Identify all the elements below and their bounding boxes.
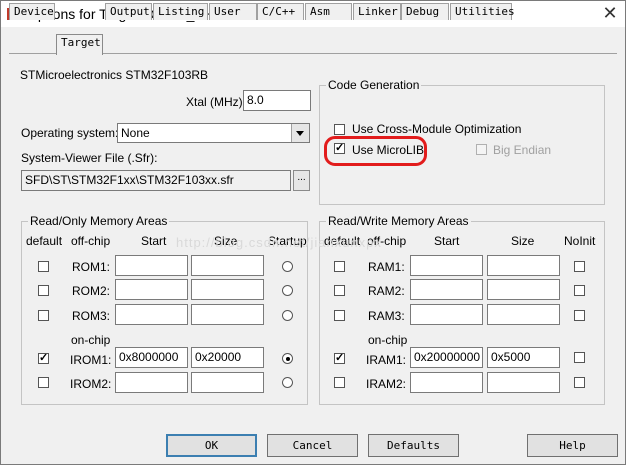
tab-user[interactable]: User	[209, 3, 257, 20]
rom1-label: ROM1:	[72, 260, 111, 274]
irom1-start-input[interactable]: 0x8000000	[115, 347, 188, 368]
ram-onchip-label: on-chip	[368, 333, 408, 347]
help-button[interactable]: Help	[527, 434, 618, 457]
irom2-start-input[interactable]	[115, 372, 188, 393]
iram1-noinit-checkbox[interactable]	[574, 352, 585, 363]
irom2-startup-radio[interactable]	[282, 377, 293, 388]
rom2-size-input[interactable]	[191, 279, 264, 300]
rom1-start-input[interactable]	[115, 255, 188, 276]
ram3-size-input[interactable]	[487, 304, 560, 325]
rom2-startup-radio[interactable]	[282, 285, 293, 296]
close-icon[interactable]: ✕	[599, 3, 621, 23]
ram-header-noinit: NoInit	[564, 234, 596, 248]
ram3-label: RAM3:	[368, 309, 405, 323]
chevron-down-icon[interactable]	[291, 124, 309, 142]
ok-button[interactable]: OK	[166, 434, 257, 457]
rom2-start-input[interactable]	[115, 279, 188, 300]
irom2-size-input[interactable]	[191, 372, 264, 393]
os-select-value: None	[121, 126, 150, 140]
rom-header-offchip: off-chip	[71, 234, 111, 248]
tab-debug[interactable]: Debug	[401, 3, 449, 20]
tab-target[interactable]: Target	[56, 34, 103, 55]
sysview-input[interactable]: SFD\ST\STM32F1xx\STM32F103xx.sfr	[21, 170, 291, 191]
rom3-label: ROM3:	[72, 309, 111, 323]
ram1-size-input[interactable]	[487, 255, 560, 276]
irom1-label: IROM1:	[70, 353, 112, 367]
watermark: http://blog.csdn.net/jianxunxpx	[176, 235, 382, 250]
code-generation-title: Code Generation	[326, 78, 422, 92]
iram1-start-input[interactable]: 0x20000000	[410, 347, 483, 368]
iram2-start-input[interactable]	[410, 372, 483, 393]
ram1-label: RAM1:	[368, 260, 405, 274]
tab-output[interactable]: Output	[105, 3, 152, 20]
rom1-startup-radio[interactable]	[282, 261, 293, 272]
sysview-label: System-Viewer File (.Sfr):	[21, 151, 158, 165]
ram2-size-input[interactable]	[487, 279, 560, 300]
rom3-startup-radio[interactable]	[282, 310, 293, 321]
iram2-size-input[interactable]	[487, 372, 560, 393]
ram2-default-checkbox[interactable]	[334, 285, 345, 296]
rom1-size-input[interactable]	[191, 255, 264, 276]
defaults-button[interactable]: Defaults	[368, 434, 459, 457]
irom1-startup-radio[interactable]	[282, 353, 293, 364]
rom3-size-input[interactable]	[191, 304, 264, 325]
cross-module-label: Use Cross-Module Optimization	[352, 122, 522, 136]
ram2-label: RAM2:	[368, 284, 405, 298]
tab-device[interactable]: Device	[9, 3, 55, 20]
os-label: Operating system:	[21, 126, 119, 140]
rom2-label: ROM2:	[72, 284, 111, 298]
rom3-default-checkbox[interactable]	[38, 310, 49, 321]
ram3-start-input[interactable]	[410, 304, 483, 325]
cross-module-checkbox[interactable]	[334, 124, 345, 135]
irom1-size-input[interactable]: 0x20000	[191, 347, 264, 368]
ram-header-start: Start	[434, 234, 460, 248]
xtal-label: Xtal (MHz):	[186, 95, 246, 109]
ram-group-title: Read/Write Memory Areas	[326, 214, 471, 228]
rom3-start-input[interactable]	[115, 304, 188, 325]
big-endian-checkbox[interactable]	[476, 144, 487, 155]
tab-utilities[interactable]: Utilities	[450, 3, 515, 20]
iram1-size-input[interactable]: 0x5000	[487, 347, 560, 368]
tab-linker[interactable]: Linker	[353, 3, 401, 20]
iram2-label: IRAM2:	[366, 377, 407, 391]
tab-listing[interactable]: Listing	[153, 3, 208, 20]
big-endian-label: Big Endian	[493, 143, 552, 157]
tab-c-cpp[interactable]: C/C++	[257, 3, 304, 20]
rom-header-start: Start	[141, 234, 167, 248]
ram3-default-checkbox[interactable]	[334, 310, 345, 321]
irom2-default-checkbox[interactable]	[38, 377, 49, 388]
ram1-noinit-checkbox[interactable]	[574, 261, 585, 272]
browse-button[interactable]: ...	[293, 170, 310, 191]
os-select[interactable]: None	[117, 123, 310, 143]
rom-onchip-label: on-chip	[71, 333, 111, 347]
irom2-label: IROM2:	[70, 377, 112, 391]
cancel-button[interactable]: Cancel	[267, 434, 358, 457]
ram1-default-checkbox[interactable]	[334, 261, 345, 272]
iram2-default-checkbox[interactable]	[334, 377, 345, 388]
rom-header-default: default	[26, 234, 63, 248]
rom2-default-checkbox[interactable]	[38, 285, 49, 296]
rom1-default-checkbox[interactable]	[38, 261, 49, 272]
ram1-start-input[interactable]	[410, 255, 483, 276]
ram3-noinit-checkbox[interactable]	[574, 310, 585, 321]
rom-group-title: Read/Only Memory Areas	[28, 214, 170, 228]
ram2-start-input[interactable]	[410, 279, 483, 300]
iram1-default-checkbox[interactable]	[334, 351, 345, 364]
tab-asm[interactable]: Asm	[305, 3, 352, 20]
irom1-default-checkbox[interactable]	[38, 351, 49, 364]
ram2-noinit-checkbox[interactable]	[574, 285, 585, 296]
xtal-input[interactable]: 8.0	[243, 90, 311, 111]
options-dialog: Options for Target 'DEMO_SHELL' ✕ Device…	[0, 0, 626, 465]
iram2-noinit-checkbox[interactable]	[574, 377, 585, 388]
ram-header-size: Size	[511, 234, 535, 248]
iram1-label: IRAM1:	[366, 353, 407, 367]
microlib-highlight-annotation	[324, 136, 427, 166]
device-name: STMicroelectronics STM32F103RB	[20, 68, 209, 82]
